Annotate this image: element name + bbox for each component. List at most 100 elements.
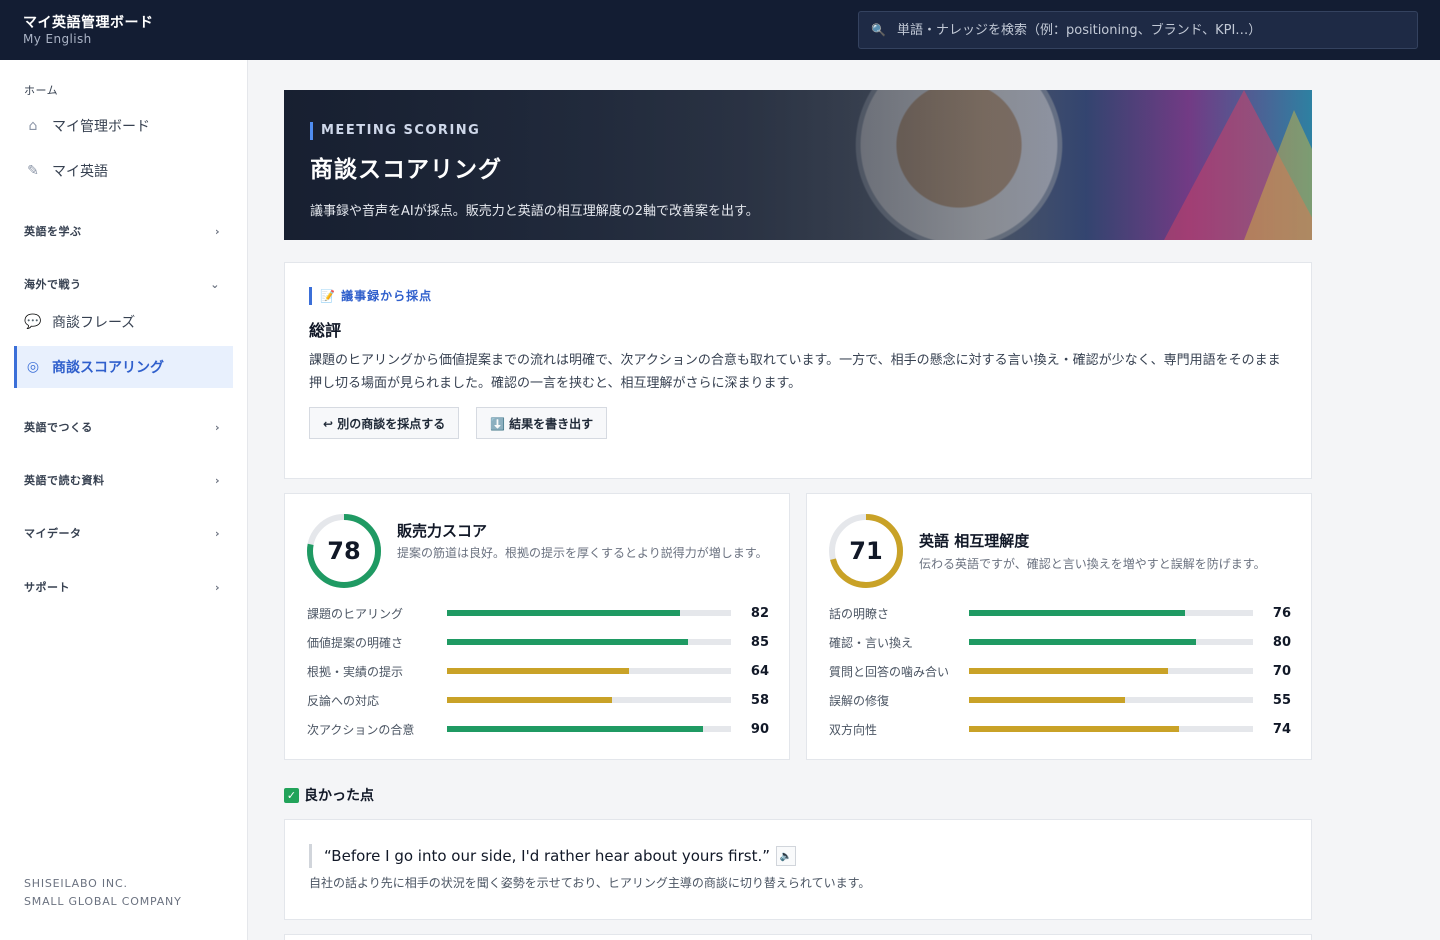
chat-bubble-icon: 💬 xyxy=(24,314,42,330)
search-icon: 🔍 xyxy=(871,23,886,37)
metric-label: 反論への対応 xyxy=(307,693,380,708)
summary-section-tag: 📝 議事録から採点 xyxy=(309,287,432,305)
metric-label: 双方向性 xyxy=(829,722,878,737)
metric-value: 76 xyxy=(1272,605,1291,621)
good-point-quote: “Before I go into our side, I'd rather h… xyxy=(309,844,796,868)
metric-bar-fill xyxy=(447,610,680,616)
metric-bar xyxy=(447,610,731,616)
metric-label: 質問と回答の噛み合い xyxy=(829,664,950,679)
metric-row: 確認・言い換え 80 xyxy=(829,632,1291,652)
rescore-button[interactable]: ↩ 別の商談を採点する xyxy=(309,407,460,439)
metric-bar-fill xyxy=(969,610,1185,616)
metric-value: 70 xyxy=(1272,663,1291,679)
hero-banner: MEETING SCORING 商談スコアリング 議事録や音声をAIが採点。販売… xyxy=(284,90,1312,240)
search-box[interactable]: 🔍 xyxy=(858,11,1418,49)
sales-score-value: 78 xyxy=(327,537,361,565)
sidebar-section-label: ホーム xyxy=(24,84,59,97)
quote-text: “Before I go into our side, I'd rather h… xyxy=(324,847,770,865)
english-score-value: 71 xyxy=(849,537,883,565)
metric-bar xyxy=(969,697,1253,703)
english-score-card: 71 英語 相互理解度 伝わる英語ですが、確認と言い換えを増やすと誤解を防げます… xyxy=(806,493,1312,760)
metric-bar xyxy=(969,639,1253,645)
metric-label: 価値提案の明確さ xyxy=(307,635,404,650)
company-footer: SHISEILABO INC. SMALL GLOBAL COMPANY xyxy=(24,875,182,911)
metric-row: 誤解の修復 55 xyxy=(829,690,1291,710)
english-score-title: 英語 相互理解度 xyxy=(919,532,1030,550)
metric-row: 双方向性 74 xyxy=(829,719,1291,739)
hero-content: MEETING SCORING 商談スコアリング 議事録や音声をAIが採点。販売… xyxy=(310,122,759,219)
sidebar-section-label: 海外で戦う xyxy=(24,278,82,291)
target-icon: ◎ xyxy=(26,359,40,375)
sidebar-section-learn[interactable]: 英語を学ぶ › xyxy=(24,223,220,239)
sidebar-section-label: マイデータ xyxy=(24,527,82,540)
sidebar-section-support[interactable]: サポート › xyxy=(24,579,220,595)
english-score-description: 伝わる英語ですが、確認と言い換えを増やすと誤解を防げます。 xyxy=(919,557,1266,571)
home-icon: ⌂ xyxy=(28,118,38,134)
sidebar-section-label: 英語で読む資料 xyxy=(24,474,105,487)
brand-title: マイ英語管理ボード xyxy=(23,15,154,31)
next-card xyxy=(284,934,1312,940)
speaker-icon[interactable]: 🔈 xyxy=(776,846,796,866)
metric-value: 90 xyxy=(750,721,769,737)
page-title: 商談スコアリング xyxy=(310,157,502,183)
metric-bar-fill xyxy=(447,639,689,645)
sidebar-section-label: 英語でつくる xyxy=(24,421,93,434)
metric-value: 80 xyxy=(1272,634,1291,650)
sidebar-section-label: 英語を学ぶ xyxy=(24,225,82,238)
metric-bar xyxy=(969,726,1253,732)
company-name: SHISEILABO INC. xyxy=(24,877,128,890)
search-input[interactable] xyxy=(897,22,1417,38)
top-bar: マイ英語管理ボード My English 🔍 xyxy=(0,0,1440,60)
good-points-title: 良かった点 xyxy=(304,788,374,804)
metric-bar-fill xyxy=(447,668,629,674)
metric-label: 課題のヒアリング xyxy=(307,606,404,621)
metric-label: 話の明瞭さ xyxy=(829,606,890,621)
chevron-right-icon: › xyxy=(214,473,220,487)
sidebar: ホーム ⌂ マイ管理ボード ✎ マイ英語 英語を学ぶ › 海外で戦う ⌄ 💬 商… xyxy=(0,60,248,940)
metric-bar-fill xyxy=(969,639,1197,645)
metric-bar-fill xyxy=(969,697,1126,703)
sidebar-section-data[interactable]: マイデータ › xyxy=(24,525,220,541)
sidebar-section-read[interactable]: 英語で読む資料 › xyxy=(24,472,220,488)
metric-value: 82 xyxy=(750,605,769,621)
sidebar-item-my-board[interactable]: ⌂ マイ管理ボード xyxy=(14,105,233,147)
sales-score-card: 78 販売力スコア 提案の筋道は良好。根拠の提示を厚くするとより説得力が増します… xyxy=(284,493,790,760)
metric-bar-fill xyxy=(447,726,703,732)
sales-score-description: 提案の筋道は良好。根拠の提示を厚くするとより説得力が増します。 xyxy=(397,546,768,560)
brand[interactable]: マイ英語管理ボード My English xyxy=(23,14,154,46)
sidebar-section-label: サポート xyxy=(24,581,70,594)
metric-bar xyxy=(447,639,731,645)
sidebar-item-label: マイ英語 xyxy=(52,164,108,180)
metric-label: 誤解の修復 xyxy=(829,693,890,708)
sidebar-section-make[interactable]: 英語でつくる › xyxy=(24,419,220,435)
chevron-right-icon: › xyxy=(214,526,220,540)
brand-subtitle: My English xyxy=(23,32,92,46)
metric-bar-fill xyxy=(447,697,612,703)
metric-bar xyxy=(447,668,731,674)
export-button[interactable]: ⬇️ 結果を書き出す xyxy=(476,407,608,439)
sidebar-section-fight[interactable]: 海外で戦う ⌄ xyxy=(24,276,220,292)
sidebar-item-my-english[interactable]: ✎ マイ英語 xyxy=(14,150,233,192)
sidebar-item-meeting-scoring[interactable]: ◎ 商談スコアリング xyxy=(14,346,233,388)
sidebar-item-label: マイ管理ボード xyxy=(52,119,150,135)
metric-value: 64 xyxy=(750,663,769,679)
hero-description: 議事録や音声をAIが採点。販売力と英語の相互理解度の2軸で改善案を出す。 xyxy=(310,204,759,219)
metric-label: 次アクションの合意 xyxy=(307,722,415,737)
metric-value: 55 xyxy=(1272,692,1291,708)
metric-label: 根拠・実績の提示 xyxy=(307,664,404,679)
metric-label: 確認・言い換え xyxy=(829,635,914,650)
metric-bar-fill xyxy=(969,668,1168,674)
sidebar-item-meeting-phrases[interactable]: 💬 商談フレーズ xyxy=(14,301,233,343)
chevron-right-icon: › xyxy=(214,580,220,594)
summary-card: 📝 議事録から採点 総評 課題のヒアリングから価値提案までの流れは明確で、次アク… xyxy=(284,262,1312,479)
metric-bar xyxy=(447,697,731,703)
metric-bar xyxy=(969,668,1253,674)
metric-row: 質問と回答の噛み合い 70 xyxy=(829,661,1291,681)
good-points-heading: ✓ 良かった点 xyxy=(284,785,374,805)
summary-title: 総評 xyxy=(309,321,342,340)
good-point-note: 自社の話より先に相手の状況を聞く姿勢を示せており、ヒアリング主導の商談に切り替え… xyxy=(309,876,871,890)
chevron-right-icon: › xyxy=(214,420,220,434)
chevron-down-icon: ⌄ xyxy=(210,277,220,291)
metric-row: 話の明瞭さ 76 xyxy=(829,603,1291,623)
sidebar-item-label: 商談スコアリング xyxy=(52,360,164,376)
